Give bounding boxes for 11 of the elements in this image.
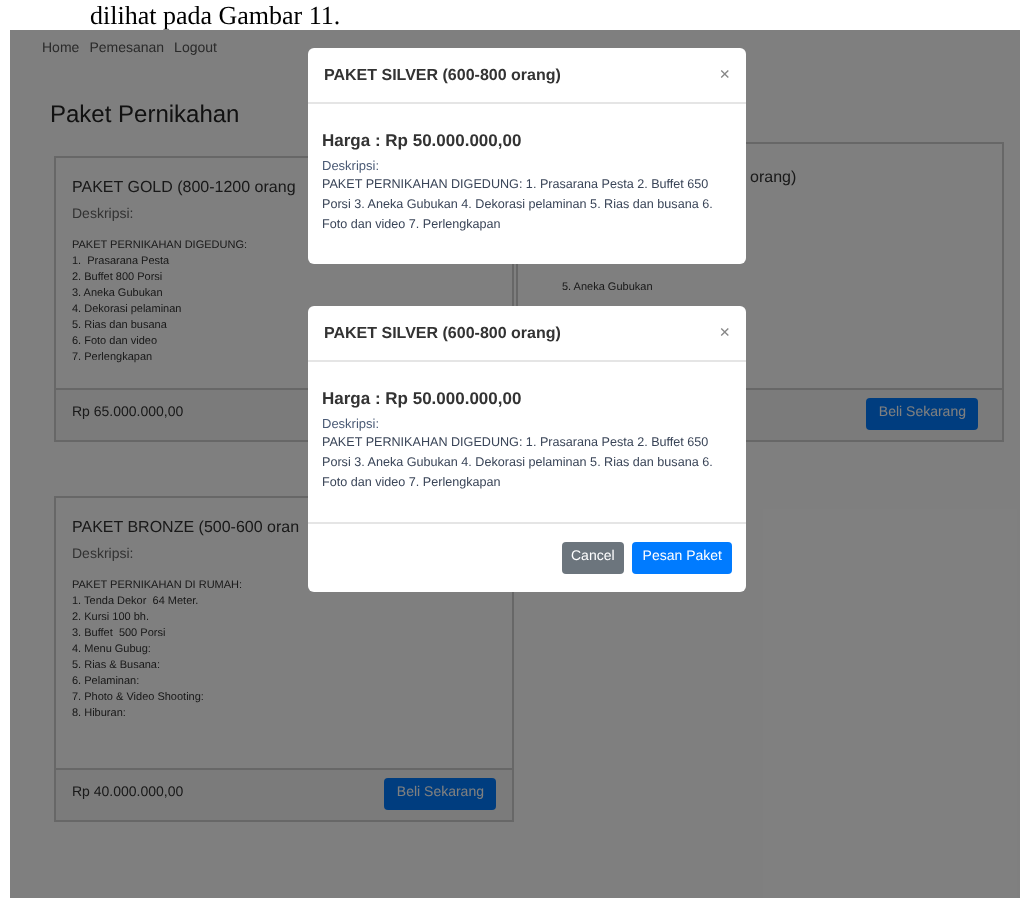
close-button[interactable]: × bbox=[719, 61, 730, 89]
close-button[interactable]: × bbox=[719, 319, 730, 347]
price-heading: Harga : Rp 50.000.000,00 bbox=[322, 128, 522, 154]
modal-title: PAKET SILVER (600-800 orang) bbox=[324, 63, 561, 87]
card-title: PAKET GOLD (800-1200 orang bbox=[72, 175, 296, 200]
price-heading: Harga : Rp 50.000.000,00 bbox=[322, 386, 522, 412]
page-title: Paket Pernikahan bbox=[50, 97, 242, 131]
modal-title: PAKET SILVER (600-800 orang) bbox=[324, 321, 561, 345]
card-title: PAKET BRONZE (500-600 oran bbox=[72, 515, 300, 540]
card-title: orang) bbox=[750, 165, 797, 190]
caption-text: dilihat pada Gambar 11. bbox=[90, 0, 343, 30]
